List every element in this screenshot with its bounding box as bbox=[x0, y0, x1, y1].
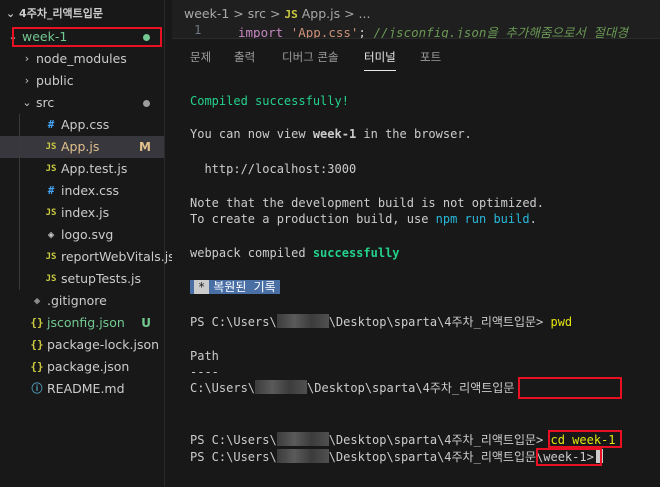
redacted-username bbox=[276, 432, 329, 446]
tree-item-label: .gitignore bbox=[47, 293, 107, 308]
tree-item-label: index.js bbox=[61, 205, 110, 220]
terminal-line: PS C:\Users\ \Desktop\sparta\4주차_리액트입문> p… bbox=[190, 314, 573, 329]
explorer-sidebar: ⌄ 4주차_리액트입문 ⌄ week-1 › node_modules › public ⌄… bbox=[0, 0, 175, 487]
js-file-icon: JS bbox=[45, 208, 57, 218]
tree-item-label: week-1 bbox=[22, 29, 68, 44]
tree-item-label: node_modules bbox=[36, 51, 127, 66]
highlight-box-path bbox=[518, 377, 622, 399]
tree-item-reportwebvitals-js[interactable]: JS reportWebVitals.js bbox=[0, 246, 175, 268]
terminal-line: To create a production build, use npm ru… bbox=[190, 212, 537, 226]
terminal-line: C:\Users\ \Desktop\sparta\4주차_리액트입문 bbox=[190, 380, 515, 395]
tree-item-logo-svg[interactable]: ◈ logo.svg bbox=[0, 224, 164, 246]
redacted-username bbox=[276, 449, 329, 463]
css-file-icon: # bbox=[47, 184, 55, 197]
tree-item-node-modules[interactable]: › node_modules bbox=[0, 48, 164, 70]
tree-item-app-test-js[interactable]: JS App.test.js bbox=[0, 158, 164, 180]
tree-item-week-1[interactable]: ⌄ week-1 bbox=[0, 26, 164, 48]
terminal-cursor bbox=[595, 449, 603, 463]
tree-item-label: package-lock.json bbox=[47, 337, 160, 352]
json-file-icon: {} bbox=[30, 316, 44, 329]
terminal-line: Compiled successfully! bbox=[190, 94, 349, 108]
info-file-icon: ⓘ bbox=[31, 382, 43, 395]
terminal-line: ---- bbox=[190, 365, 219, 379]
css-file-icon: # bbox=[47, 118, 55, 131]
terminal-line: Note that the development build is not o… bbox=[190, 196, 545, 210]
tree-item-label: public bbox=[36, 73, 74, 88]
js-file-icon: JS bbox=[45, 164, 57, 174]
svg-file-icon: ◈ bbox=[47, 228, 55, 241]
tab-terminal[interactable]: 터미널 bbox=[364, 49, 396, 71]
breadcrumb-file[interactable]: App.js bbox=[302, 6, 340, 21]
tree-item-label: logo.svg bbox=[61, 227, 114, 242]
tree-item-gitignore[interactable]: ◆ .gitignore bbox=[0, 290, 164, 312]
tab-ports[interactable]: 포트 bbox=[420, 49, 441, 65]
tree-item-label: App.css bbox=[61, 117, 110, 132]
js-file-icon: JS bbox=[284, 8, 298, 21]
explorer-root-title[interactable]: ⌄ 4주차_리액트입문 bbox=[6, 4, 103, 24]
tree-item-label: setupTests.js bbox=[61, 271, 142, 286]
terminal-line: webpack compiled successfully bbox=[190, 246, 400, 260]
tree-item-label: README.md bbox=[47, 381, 125, 396]
js-file-icon: JS bbox=[45, 142, 57, 152]
js-file-icon: JS bbox=[45, 252, 57, 262]
json-file-icon: {} bbox=[30, 360, 44, 373]
tree-item-public[interactable]: › public bbox=[0, 70, 164, 92]
tree-item-label: reportWebVitals.js bbox=[61, 249, 175, 264]
tree-item-setuptests-js[interactable]: JS setupTests.js bbox=[0, 268, 164, 290]
terminal-line: PS C:\Users\ \Desktop\sparta\4주차_리액트입문\we… bbox=[190, 449, 603, 465]
tree-item-index-css[interactable]: # index.css bbox=[0, 180, 164, 202]
tree-item-label: src bbox=[36, 95, 55, 110]
redacted-username bbox=[255, 380, 308, 394]
indent-guide bbox=[19, 114, 20, 290]
gitignore-icon: ◆ bbox=[33, 294, 41, 307]
bottom-panel: 문제 출력 디버그 콘솔 터미널 포트 Compiled successfull… bbox=[172, 38, 660, 487]
git-status-badge: M bbox=[139, 140, 151, 154]
breadcrumb: week-1 > src > JS App.js > ... bbox=[184, 6, 371, 21]
status-dot-icon bbox=[143, 34, 150, 41]
tree-item-label: App.js bbox=[61, 139, 100, 154]
terminal-line: You can now view week-1 in the browser. bbox=[190, 127, 472, 141]
terminal-line: Path bbox=[190, 349, 219, 363]
editor-area: week-1 > src > JS App.js > ... 1 import … bbox=[172, 0, 660, 38]
git-status-badge: U bbox=[141, 316, 151, 330]
terminal-line: http://localhost:3000 bbox=[190, 162, 357, 176]
tree-item-index-js[interactable]: JS index.js bbox=[0, 202, 164, 224]
tree-item-label: package.json bbox=[47, 359, 130, 374]
terminal-line: PS C:\Users\ \Desktop\sparta\4주차_리액트입문> c… bbox=[190, 432, 616, 447]
tree-item-jsconfig-json[interactable]: {} jsconfig.json U bbox=[0, 312, 164, 334]
chevron-down-icon: ⌄ bbox=[8, 30, 18, 43]
tree-item-readme-md[interactable]: ⓘ README.md bbox=[0, 378, 164, 400]
tree-item-package-json[interactable]: {} package.json bbox=[0, 356, 164, 378]
tab-debug-console[interactable]: 디버그 콘솔 bbox=[282, 49, 339, 65]
json-file-icon: {} bbox=[30, 338, 44, 351]
tree-item-app-css[interactable]: # App.css bbox=[0, 114, 164, 136]
tree-item-src[interactable]: ⌄ src bbox=[0, 92, 164, 114]
redacted-username bbox=[276, 314, 329, 328]
tab-output[interactable]: 출력 bbox=[234, 49, 255, 65]
tree-item-package-lock-json[interactable]: {} package-lock.json bbox=[0, 334, 164, 356]
tree-item-label: index.css bbox=[61, 183, 120, 198]
chevron-right-icon: › bbox=[24, 52, 30, 65]
chevron-right-icon: › bbox=[24, 74, 30, 87]
status-dot-icon bbox=[143, 100, 150, 107]
tab-problems[interactable]: 문제 bbox=[190, 49, 211, 65]
tree-item-label: jsconfig.json bbox=[47, 315, 125, 330]
chevron-down-icon: ⌄ bbox=[22, 96, 32, 109]
js-file-icon: JS bbox=[45, 274, 57, 284]
breadcrumb-src[interactable]: src bbox=[248, 6, 266, 21]
line-number: 1 bbox=[194, 22, 202, 37]
breadcrumb-folder[interactable]: week-1 bbox=[184, 6, 229, 21]
tree-item-app-js[interactable]: JS App.js M bbox=[0, 136, 164, 158]
restored-history-label: * 복원된 기록 bbox=[190, 279, 280, 295]
chevron-down-icon: ⌄ bbox=[6, 7, 20, 20]
tree-item-label: App.test.js bbox=[61, 161, 128, 176]
breadcrumb-more[interactable]: ... bbox=[359, 6, 371, 21]
